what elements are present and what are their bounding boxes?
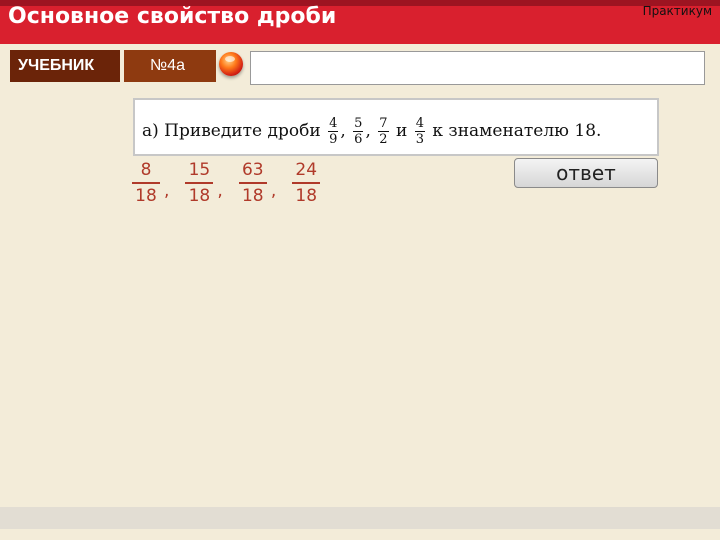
task-suffix: к знаменателю 18. <box>432 121 602 141</box>
task-fraction-1: 49 <box>328 116 339 147</box>
task-conjunction: и <box>395 121 408 141</box>
task-fraction-3: 72 <box>378 116 389 147</box>
task-prefix: а) Приведите дроби <box>142 121 321 141</box>
answer-fraction-4: 24 18 <box>290 160 322 206</box>
answer-fractions: 8 18, 15 18, 63 18, 24 18 <box>130 160 322 206</box>
tab-task-number[interactable]: №4а <box>124 50 216 82</box>
answer-fraction-3: 63 18 <box>237 160 269 206</box>
footer-label: Практикум <box>642 4 712 18</box>
task-text: а) Приведите дроби 49, 56, 72 и 43 к зна… <box>142 116 602 147</box>
footer-bar <box>0 507 720 529</box>
answer-button[interactable]: ответ <box>514 158 658 188</box>
task-fraction-2: 56 <box>353 116 364 147</box>
tab-textbook[interactable]: УЧЕБНИК <box>10 50 120 82</box>
page-title: Основное свойство дроби <box>8 4 337 29</box>
task-fraction-4: 43 <box>414 116 425 147</box>
red-orb-button-icon[interactable] <box>219 52 243 76</box>
answer-fraction-2: 15 18 <box>183 160 215 206</box>
answer-input-field[interactable] <box>250 51 705 85</box>
task-box: а) Приведите дроби 49, 56, 72 и 43 к зна… <box>133 98 659 156</box>
answer-fraction-1: 8 18 <box>130 160 162 206</box>
